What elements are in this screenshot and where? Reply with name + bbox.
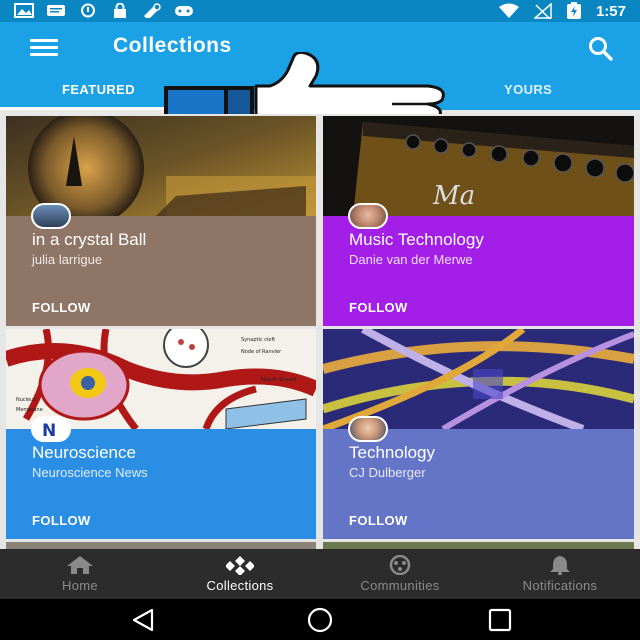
svg-text:Node of Ranvier: Node of Ranvier	[241, 349, 282, 355]
gallery-icon	[14, 3, 34, 18]
follow-button[interactable]: FOLLOW	[349, 513, 408, 528]
svg-text:N: N	[42, 421, 56, 440]
follow-button[interactable]: FOLLOW	[349, 300, 408, 315]
card-title: in a crystal Ball	[32, 230, 147, 249]
system-navigation-bar	[0, 599, 640, 640]
search-icon[interactable]	[586, 34, 616, 64]
collection-card-crystal-ball[interactable]: in a crystal Ball julia larrigue FOLLOW	[6, 116, 316, 326]
card-title: Neuroscience	[32, 443, 136, 462]
card-info: Music Technology Danie van der Merwe FOL…	[323, 203, 634, 326]
nav-label: Communities	[360, 578, 440, 593]
collection-card-neuroscience[interactable]: Synaptic cleft Node of Ranvier Nucleus Mem…	[6, 329, 316, 539]
avatar	[348, 416, 388, 442]
status-bar-system-icons: 1:57	[498, 2, 626, 20]
menu-icon[interactable]	[30, 39, 58, 61]
card-title: Music Technology	[349, 230, 484, 249]
nav-communities[interactable]: Communities	[320, 549, 480, 599]
home-circle-icon[interactable]	[305, 607, 335, 633]
nav-collections[interactable]: Collections	[160, 549, 320, 599]
status-bar: 1:57	[0, 0, 640, 22]
amplifier-image: Ma	[323, 116, 634, 216]
card-author: julia larrigue	[32, 252, 103, 267]
tool-icon	[144, 3, 161, 18]
collection-card-technology[interactable]: Technology CJ Dulberger FOLLOW	[323, 329, 634, 539]
neuron-diagram-image: Synaptic cleft Node of Ranvier Nucleus Mem…	[6, 329, 316, 429]
sync-icon	[81, 3, 95, 18]
card-info: Technology CJ Dulberger FOLLOW	[323, 416, 634, 539]
follow-button[interactable]: FOLLOW	[32, 513, 91, 528]
nav-label: Notifications	[522, 578, 598, 593]
svg-text:Synaptic cleft: Synaptic cleft	[241, 337, 275, 343]
card-author: Neuroscience News	[32, 465, 148, 480]
nav-label: Home	[62, 578, 98, 593]
card-author: Danie van der Merwe	[349, 252, 473, 267]
avatar	[348, 203, 388, 229]
card-info: N Neuroscience Neuroscience News FOLLOW	[6, 416, 316, 539]
bell-icon	[550, 556, 570, 575]
battery-charging-icon	[566, 2, 581, 19]
crystal-ball-paris-image	[6, 116, 316, 216]
bottom-navigation: Home Collections Communities Notificatio…	[0, 549, 640, 599]
gamepad-icon	[175, 6, 193, 16]
wifi-icon	[498, 3, 519, 18]
recents-icon[interactable]	[485, 607, 515, 633]
card-author: CJ Dulberger	[349, 465, 426, 480]
no-signal-icon	[533, 3, 552, 19]
collections-icon	[226, 556, 254, 575]
tab-yours[interactable]: YOURS	[504, 82, 552, 97]
back-icon[interactable]	[128, 607, 158, 633]
nav-label: Collections	[206, 578, 274, 593]
lock-icon	[114, 3, 126, 18]
status-bar-notification-icons	[14, 3, 194, 18]
svg-text:Nucleus: Nucleus	[16, 397, 36, 403]
home-icon	[67, 556, 93, 574]
follow-button[interactable]: FOLLOW	[32, 300, 91, 315]
avatar	[31, 203, 71, 229]
svg-text:Myelin Sheath: Myelin Sheath	[261, 377, 297, 383]
card-title: Technology	[349, 443, 436, 462]
collection-card-music-technology[interactable]: Ma Music Technology Danie van der Merwe …	[323, 116, 634, 326]
nav-notifications[interactable]: Notifications	[480, 549, 640, 599]
highway-interchange-image	[323, 329, 634, 429]
status-time: 1:57	[595, 2, 626, 20]
collections-grid: in a crystal Ball julia larrigue FOLLOW …	[0, 114, 640, 552]
svg-text:Ma: Ma	[432, 181, 475, 211]
message-icon	[47, 5, 65, 16]
card-info: in a crystal Ball julia larrigue FOLLOW	[6, 203, 316, 326]
tab-featured[interactable]: FEATURED	[62, 82, 135, 97]
avatar: N	[31, 416, 71, 442]
communities-icon	[389, 555, 411, 575]
nav-home[interactable]: Home	[0, 549, 160, 599]
svg-text:Membrane: Membrane	[16, 407, 43, 413]
